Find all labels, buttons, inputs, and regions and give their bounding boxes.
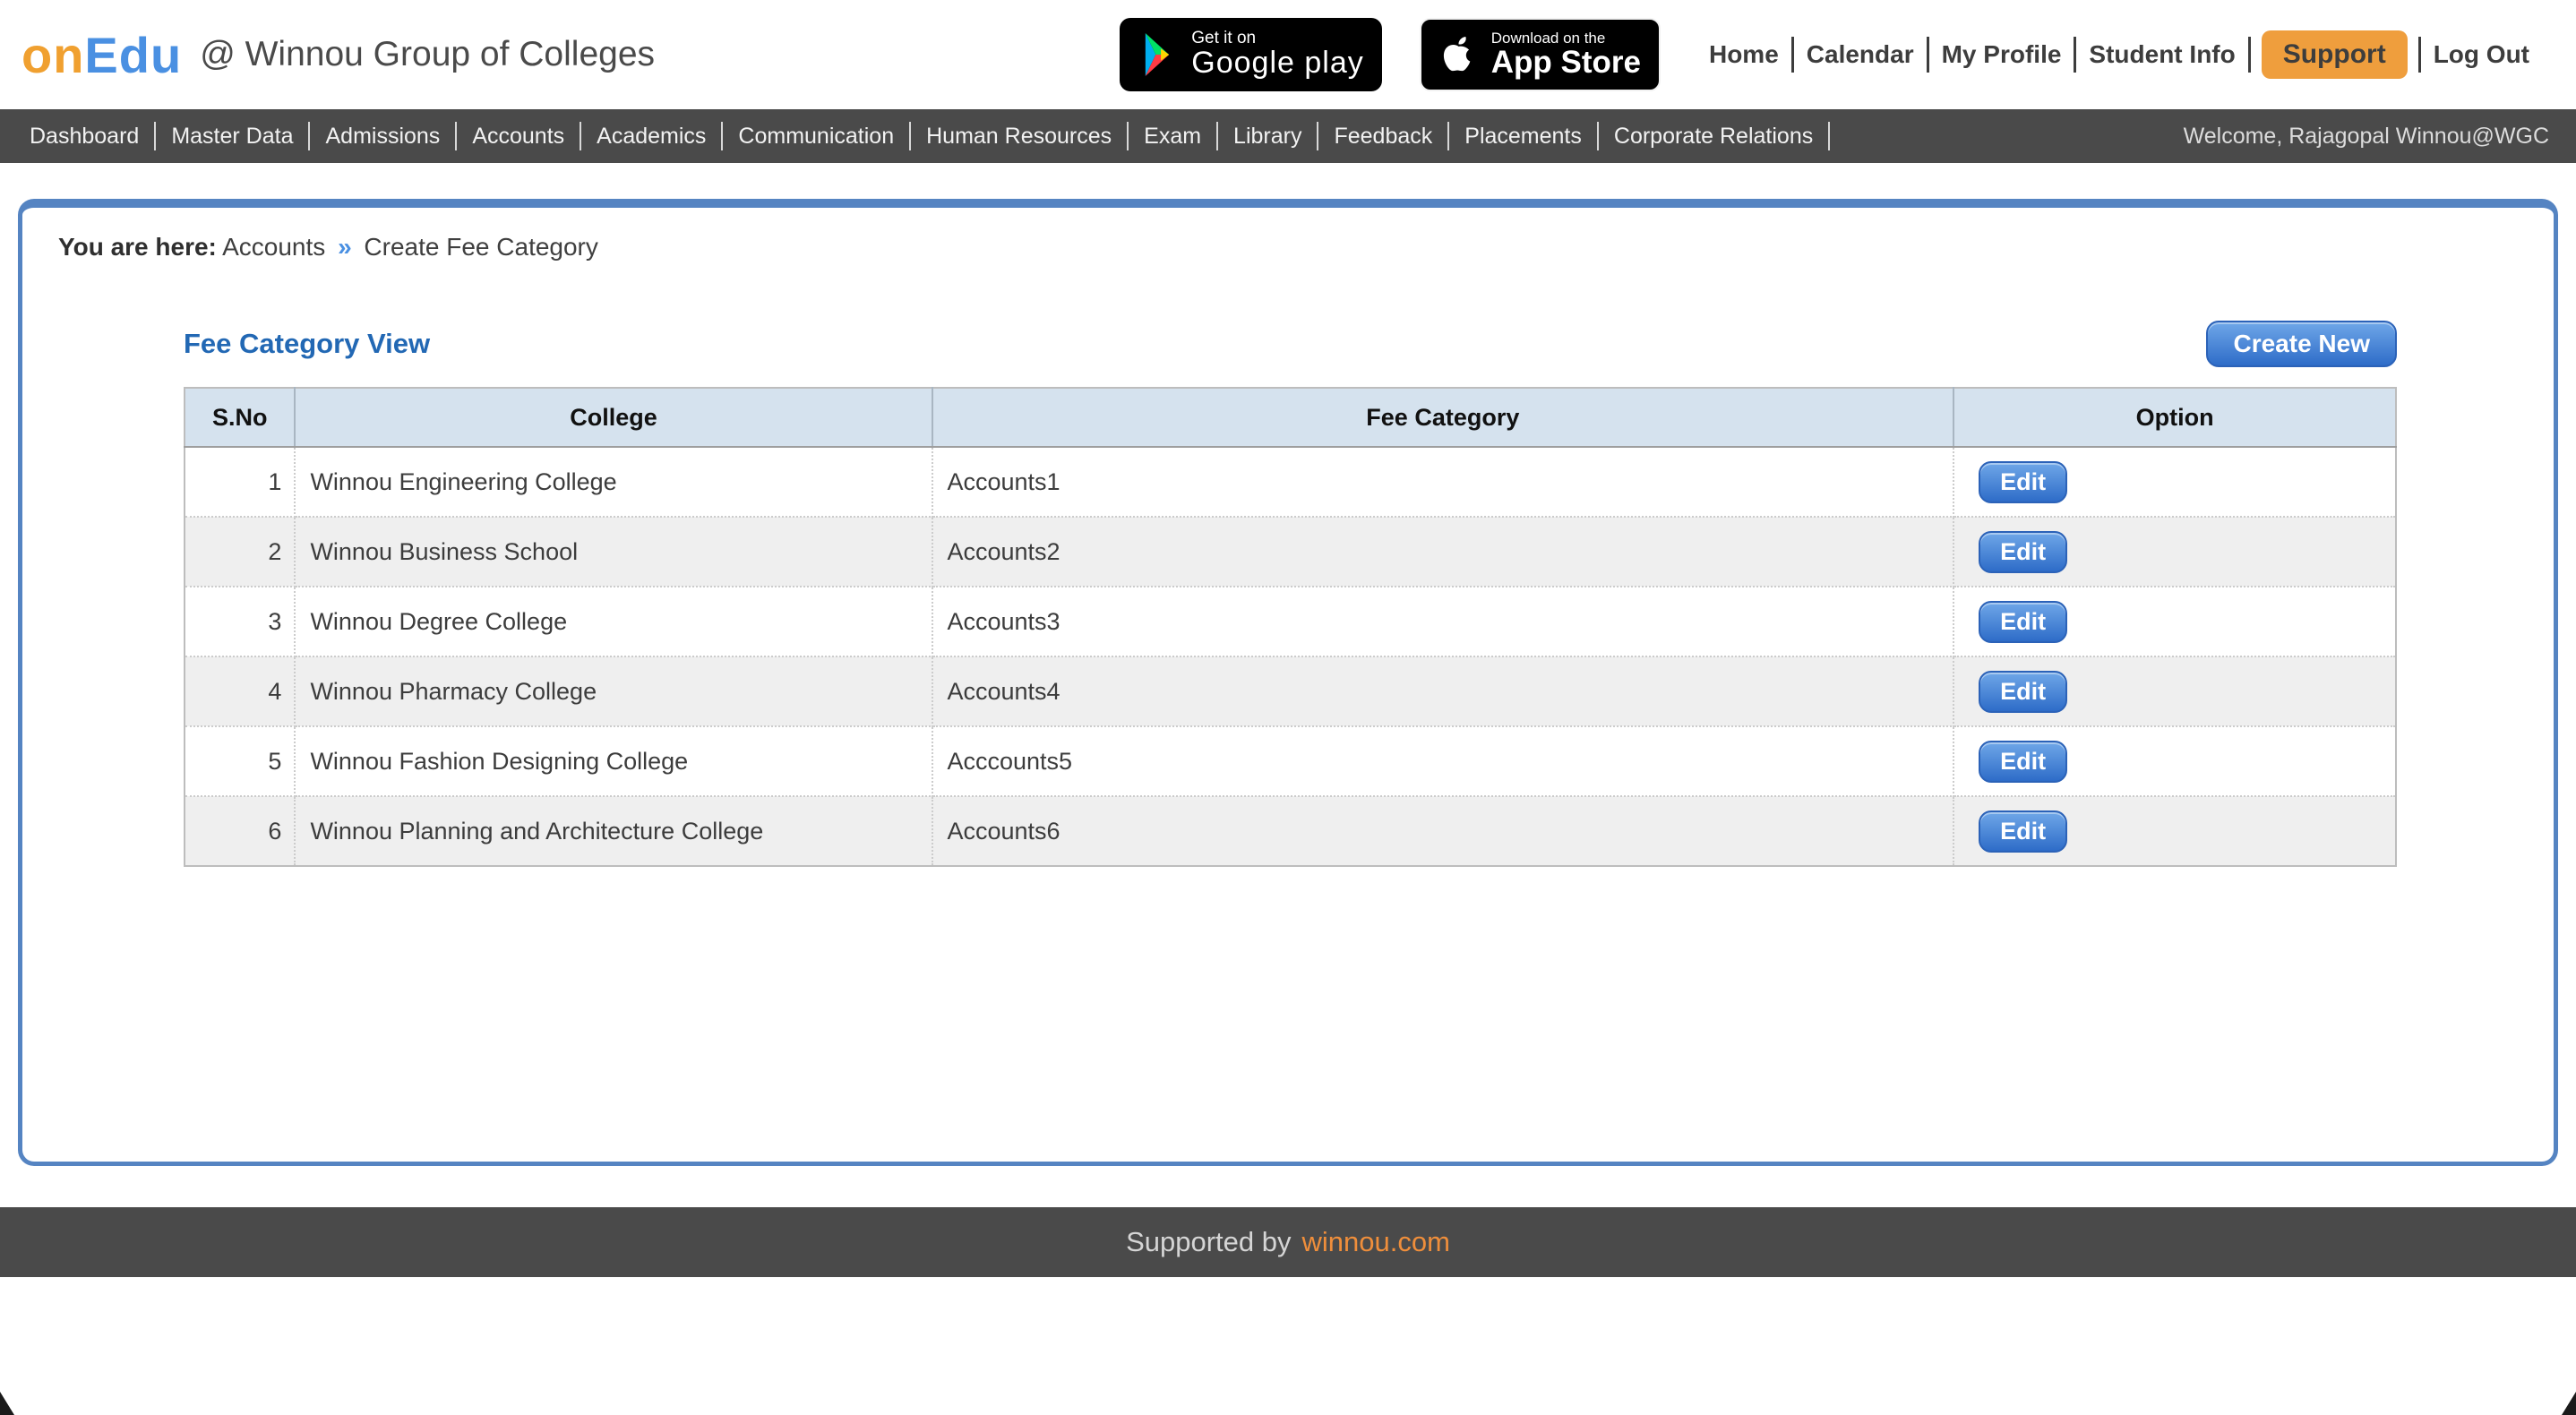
google-play-badge[interactable]: Get it on Google play — [1120, 18, 1382, 91]
top-link-my-profile[interactable]: My Profile — [1929, 40, 2074, 69]
edit-button[interactable]: Edit — [1979, 460, 2068, 503]
main-section: Fee Category View Create New S.No Colleg… — [184, 321, 2397, 867]
window-corner-artifact — [2562, 1392, 2576, 1415]
nav-item-corporate-relations[interactable]: Corporate Relations — [1599, 124, 1828, 150]
table-row: 6 Winnou Planning and Architecture Colle… — [185, 796, 2396, 867]
app-store-line1: Download on the — [1490, 29, 1606, 47]
nav-item-exam[interactable]: Exam — [1129, 124, 1216, 150]
play-triangle-icon — [1146, 33, 1170, 76]
apple-icon — [1443, 37, 1471, 72]
nav-item-human-resources[interactable]: Human Resources — [911, 124, 1127, 150]
logo-edu: Edu — [84, 26, 183, 83]
create-new-button[interactable]: Create New — [2206, 321, 2397, 367]
college-cell: Winnou Degree College — [295, 587, 933, 657]
edit-button[interactable]: Edit — [1979, 530, 2068, 573]
top-link-home[interactable]: Home — [1696, 40, 1791, 69]
welcome-text: Welcome, Rajagopal Winnou@WGC — [2183, 123, 2549, 149]
breadcrumb-prefix: You are here: — [58, 233, 217, 261]
table-header-fee-category: Fee Category — [932, 388, 1955, 448]
logo-on: on — [21, 26, 85, 83]
google-play-line1: Get it on — [1191, 29, 1257, 48]
college-cell: Winnou Pharmacy College — [295, 656, 933, 727]
footer-link[interactable]: winnou.com — [1302, 1226, 1450, 1258]
fee-category-cell: Accounts1 — [932, 447, 1955, 518]
table-row: 2 Winnou Business School Accounts2 Edit — [185, 517, 2396, 587]
top-links: Home Calendar My Profile Student Info Su… — [1696, 30, 2542, 79]
separator — [1828, 122, 1831, 150]
college-cell: Winnou Planning and Architecture College — [295, 796, 933, 867]
table-header-sno: S.No — [185, 388, 296, 448]
nav-item-feedback[interactable]: Feedback — [1318, 124, 1447, 150]
nav-item-master-data[interactable]: Master Data — [156, 124, 308, 150]
table-header-row: S.No College Fee Category Option — [185, 388, 2396, 448]
nav-item-communication[interactable]: Communication — [723, 124, 909, 150]
app-store-badge[interactable]: Download on the App Store — [1419, 18, 1661, 91]
nav-item-accounts[interactable]: Accounts — [457, 124, 580, 150]
fee-category-cell: Accounts3 — [932, 587, 1955, 657]
nav-item-dashboard[interactable]: Dashboard — [14, 124, 154, 150]
sno-cell: 4 — [185, 656, 296, 727]
google-play-line2: Google play — [1191, 46, 1364, 81]
fee-category-cell: Accounts4 — [932, 656, 1955, 727]
table-row: 5 Winnou Fashion Designing College Accco… — [185, 726, 2396, 797]
top-header: onEdu @ Winnou Group of Colleges Get it … — [0, 0, 2576, 109]
sno-cell: 2 — [185, 517, 296, 587]
college-cell: Winnou Fashion Designing College — [295, 726, 933, 797]
table-row: 4 Winnou Pharmacy College Accounts4 Edit — [185, 656, 2396, 727]
top-link-calendar[interactable]: Calendar — [1794, 40, 1927, 69]
main-header: Fee Category View Create New — [184, 321, 2397, 367]
sno-cell: 6 — [185, 796, 296, 867]
onedu-logo[interactable]: onEdu — [21, 26, 182, 84]
fee-category-cell: Accounts6 — [932, 796, 1955, 867]
nav-item-placements[interactable]: Placements — [1449, 124, 1597, 150]
window-corner-artifact — [0, 1392, 14, 1415]
nav-item-library[interactable]: Library — [1218, 124, 1317, 150]
nav-item-academics[interactable]: Academics — [581, 124, 721, 150]
table-header-option: Option — [1953, 388, 2396, 448]
sno-cell: 5 — [185, 726, 296, 797]
support-button[interactable]: Support — [2261, 30, 2408, 79]
footer-text: Supported by — [1126, 1226, 1292, 1257]
footer: Supported by winnou.com — [0, 1207, 2576, 1277]
breadcrumb: You are here: Accounts » Create Fee Cate… — [22, 208, 2554, 262]
fee-category-cell: Accounts2 — [932, 517, 1955, 587]
org-title: @ Winnou Group of Colleges — [200, 35, 656, 73]
table-row: 1 Winnou Engineering College Accounts1 E… — [185, 447, 2396, 518]
edit-button[interactable]: Edit — [1979, 810, 2068, 853]
sno-cell: 3 — [185, 587, 296, 657]
app-store-line2: App Store — [1490, 44, 1641, 80]
fee-category-table: S.No College Fee Category Option 1 Winno… — [184, 387, 2397, 867]
store-badges: Get it on Google play Download on the Ap… — [1120, 18, 1661, 91]
sno-cell: 1 — [185, 447, 296, 518]
main-navbar: Dashboard Master Data Admissions Account… — [0, 109, 2576, 163]
separator — [2247, 37, 2251, 73]
breadcrumb-separator-icon: » — [338, 233, 352, 261]
nav-item-admissions[interactable]: Admissions — [310, 124, 455, 150]
table-header-college: College — [295, 388, 933, 448]
edit-button[interactable]: Edit — [1979, 740, 2068, 783]
top-link-student-info[interactable]: Student Info — [2076, 40, 2247, 69]
college-cell: Winnou Engineering College — [295, 447, 933, 518]
top-link-log-out[interactable]: Log Out — [2421, 40, 2542, 69]
edit-button[interactable]: Edit — [1979, 670, 2068, 713]
page-title: Fee Category View — [184, 328, 431, 359]
fee-category-cell: Acccounts5 — [932, 726, 1955, 797]
content-panel: You are here: Accounts » Create Fee Cate… — [18, 199, 2558, 1166]
breadcrumb-page: Create Fee Category — [364, 233, 598, 261]
table-row: 3 Winnou Degree College Accounts3 Edit — [185, 587, 2396, 657]
edit-button[interactable]: Edit — [1979, 600, 2068, 643]
college-cell: Winnou Business School — [295, 517, 933, 587]
breadcrumb-section-link[interactable]: Accounts — [222, 233, 325, 261]
